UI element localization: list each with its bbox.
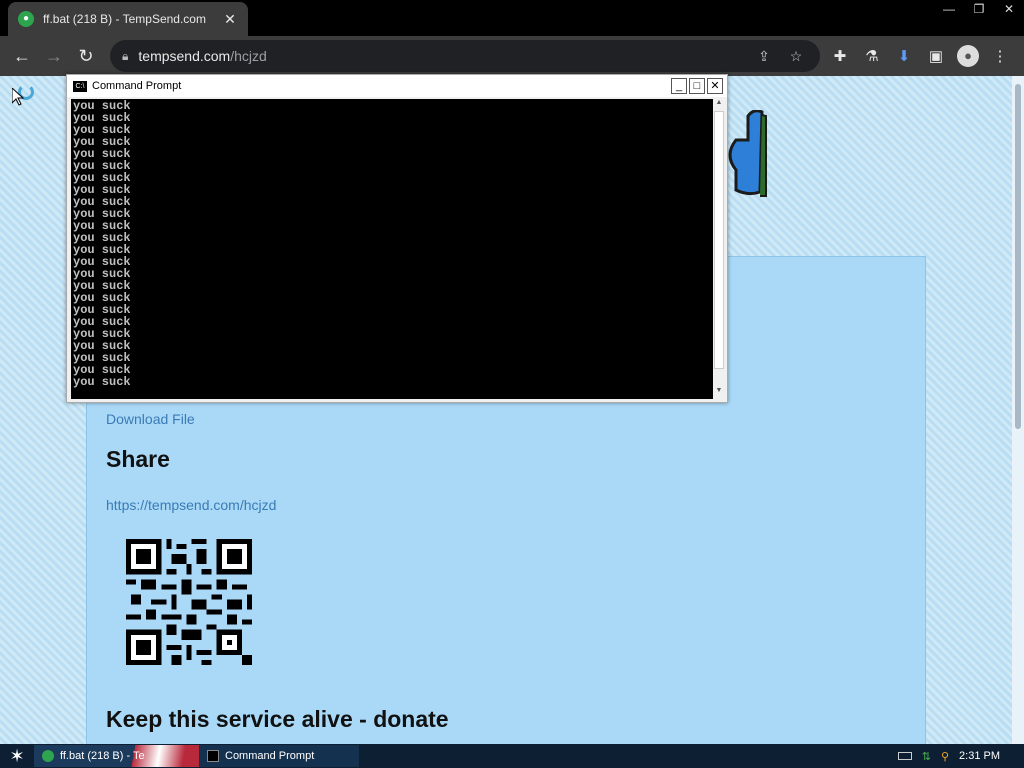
cmd-line: you suck: [73, 267, 131, 281]
cmd-line: you suck: [73, 339, 131, 353]
keyboard-icon[interactable]: [897, 752, 912, 760]
tab-title: ff.bat (218 B) - TempSend.com: [43, 12, 206, 26]
reload-button[interactable]: ↻: [70, 40, 102, 72]
cmd-scroll-thumb[interactable]: [714, 111, 724, 369]
cmd-line: you suck: [73, 207, 131, 221]
taskbar-item-label: ff.bat (218 B) - Te: [60, 750, 145, 762]
clock[interactable]: 2:31 PM: [959, 750, 1000, 762]
extensions-icon[interactable]: ✚: [824, 47, 856, 65]
system-tray: ⇅ ⚲ 2:31 PM: [897, 744, 1024, 768]
command-prompt-window[interactable]: C:\ Command Prompt _ □ ✕ you suck you suc…: [66, 74, 728, 403]
url-text: tempsend.com/hcjzd: [138, 48, 267, 64]
page-scrollbar[interactable]: [1012, 76, 1024, 744]
minimize-button[interactable]: —: [934, 0, 964, 18]
chrome-icon: [42, 750, 54, 762]
share-icon[interactable]: ⇪: [748, 48, 780, 65]
favicon-icon: ●: [18, 11, 34, 27]
taskbar-item-chrome[interactable]: ff.bat (218 B) - Te: [34, 745, 199, 767]
cmd-line: you suck: [73, 363, 131, 377]
lock-icon: 🔒︎: [122, 48, 129, 63]
scroll-up-icon[interactable]: ▲: [713, 99, 725, 111]
share-url-link[interactable]: https://tempsend.com/hcjzd: [106, 497, 276, 513]
share-heading: Share: [106, 446, 170, 472]
window-controls: — ❐ ✕: [934, 0, 1024, 20]
back-button[interactable]: ←: [6, 40, 38, 72]
labs-icon[interactable]: ⚗: [856, 47, 888, 65]
cmd-line: you suck: [73, 99, 131, 113]
cmd-maximize-button[interactable]: □: [689, 78, 705, 94]
tab-close-icon[interactable]: ✕: [222, 11, 238, 28]
taskbar-item-cmd[interactable]: Command Prompt: [199, 745, 359, 767]
address-bar[interactable]: 🔒︎ tempsend.com/hcjzd ⇪ ☆: [110, 40, 820, 72]
star-icon[interactable]: ☆: [780, 48, 812, 65]
cmd-line: you suck: [73, 303, 131, 317]
mouse-cursor-icon: [12, 88, 24, 106]
cmd-output[interactable]: you suck you suck you suck you suck you suck…: [71, 99, 713, 399]
cmd-line: you suck: [73, 219, 131, 233]
cmd-line: you suck: [73, 195, 131, 209]
download-file-link[interactable]: Download File: [106, 411, 195, 427]
cmd-line: you suck: [73, 351, 131, 365]
cmd-line: you suck: [73, 171, 131, 185]
cmd-line: you suck: [73, 243, 131, 257]
scroll-down-icon[interactable]: ▼: [713, 387, 725, 399]
forward-button[interactable]: →: [38, 40, 70, 72]
sidepanel-icon[interactable]: ▣: [920, 47, 952, 65]
tempsend-logo-icon: [728, 110, 767, 197]
cmd-line: you suck: [73, 111, 131, 125]
taskbar-item-label: Command Prompt: [225, 750, 315, 762]
tab-tempsend[interactable]: ● ff.bat (218 B) - TempSend.com ✕: [8, 2, 248, 36]
cmd-line: you suck: [73, 279, 131, 293]
cmd-line: you suck: [73, 231, 131, 245]
close-window-button[interactable]: ✕: [994, 0, 1024, 18]
cmd-line: you suck: [73, 255, 131, 269]
cmd-line: you suck: [73, 183, 131, 197]
toolbar-icons: ✚ ⚗ ⬇ ▣ ● ⋮: [824, 40, 1016, 72]
cmd-line: you suck: [73, 159, 131, 173]
browser-toolbar: ← → ↻ 🔒︎ tempsend.com/hcjzd ⇪ ☆ ✚ ⚗ ⬇ ▣ …: [0, 36, 1024, 76]
cmd-icon: [207, 750, 219, 762]
cmd-line: you suck: [73, 375, 131, 389]
restore-button[interactable]: ❐: [964, 0, 994, 18]
cmd-titlebar[interactable]: C:\ Command Prompt _ □ ✕: [67, 75, 727, 97]
download-icon[interactable]: ⬇: [888, 47, 920, 65]
cmd-line: you suck: [73, 291, 131, 305]
scrollbar-thumb[interactable]: [1015, 84, 1021, 429]
cmd-close-button[interactable]: ✕: [707, 78, 723, 94]
taskbar: ✶ ff.bat (218 B) - Te Command Prompt ⇅ ⚲…: [0, 744, 1024, 768]
cmd-scrollbar[interactable]: ▲ ▼: [713, 99, 725, 399]
cmd-line: you suck: [73, 135, 131, 149]
cmd-line: you suck: [73, 147, 131, 161]
cmd-title: Command Prompt: [92, 80, 182, 92]
cmd-line: you suck: [73, 327, 131, 341]
profile-icon[interactable]: ●: [952, 45, 984, 67]
search-icon[interactable]: ⚲: [941, 750, 949, 763]
qr-code-image: [126, 539, 252, 665]
donate-heading: Keep this service alive - donate: [106, 706, 449, 732]
cmd-line: you suck: [73, 315, 131, 329]
cmd-icon: C:\: [73, 80, 87, 92]
menu-icon[interactable]: ⋮: [984, 47, 1016, 65]
start-button[interactable]: ✶: [0, 744, 34, 768]
cmd-line: you suck: [73, 123, 131, 137]
network-icon[interactable]: ⇅: [922, 750, 931, 763]
browser-tabbar: ● ff.bat (218 B) - TempSend.com ✕ — ❐ ✕: [0, 0, 1024, 36]
cmd-minimize-button[interactable]: _: [671, 78, 687, 94]
